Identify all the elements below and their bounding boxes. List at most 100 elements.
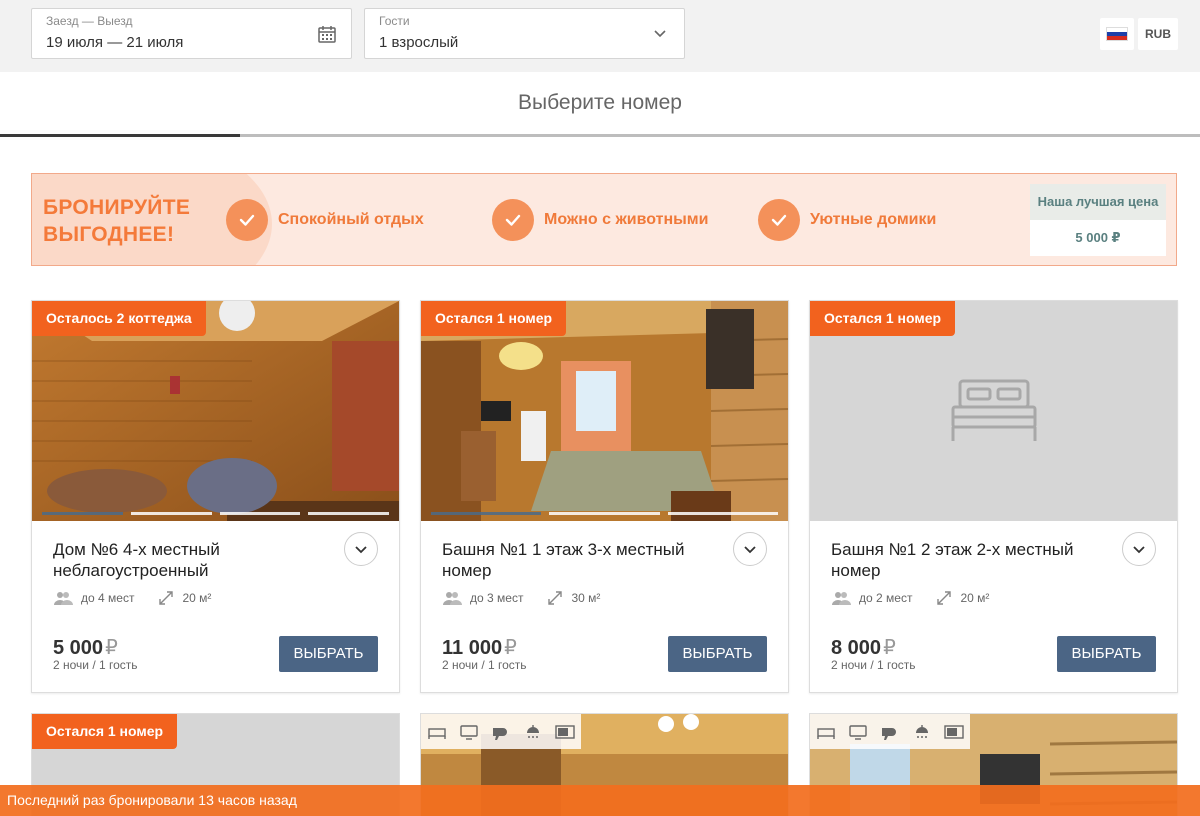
area-label: 20 м² xyxy=(182,591,212,605)
chevron-down-icon xyxy=(744,546,756,554)
carousel-dot[interactable] xyxy=(130,512,212,515)
amenities-bar xyxy=(810,714,970,749)
bed-icon xyxy=(817,727,835,739)
amenities-bar xyxy=(421,714,581,749)
microwave-icon xyxy=(944,724,964,739)
room-photo[interactable]: Остался 1 номер xyxy=(421,301,788,521)
dates-value: 19 июля — 21 июля xyxy=(46,34,184,51)
select-room-button[interactable]: ВЫБРАТЬ xyxy=(668,636,767,672)
last-booking-notice: Последний раз бронировали 13 часов назад xyxy=(0,785,1200,816)
price-amount: 8 000 xyxy=(831,637,882,659)
carousel-dot[interactable] xyxy=(549,512,660,515)
checkmark-icon xyxy=(226,199,268,241)
currency-symbol: ₽ xyxy=(883,637,896,659)
area-info: 20 м² xyxy=(936,590,989,606)
promo-feature-label: Уютные домики xyxy=(810,211,937,228)
carousel-dot[interactable] xyxy=(431,512,542,515)
microwave-icon xyxy=(555,724,575,739)
promo-feature: Спокойный отдых xyxy=(226,199,424,241)
bed-icon xyxy=(428,727,446,739)
carousel-dot[interactable] xyxy=(219,512,301,515)
promo-title: БРОНИРУЙТЕ ВЫГОДНЕЕ! xyxy=(43,194,190,248)
price-amount: 5 000 xyxy=(53,637,104,659)
room-meta: до 2 мест 20 м² xyxy=(831,589,1013,607)
promo-feature: Уютные домики xyxy=(758,199,936,241)
select-room-button[interactable]: ВЫБРАТЬ xyxy=(279,636,378,672)
carousel-dot[interactable] xyxy=(308,512,389,515)
room-meta: до 3 мест 30 м² xyxy=(442,589,624,607)
area-expand-icon xyxy=(159,591,174,605)
room-photo-placeholder: Остался 1 номер xyxy=(810,301,1177,521)
expand-details-button[interactable] xyxy=(1122,532,1156,566)
promo-feature: Можно с животными xyxy=(492,199,708,241)
expand-details-button[interactable] xyxy=(733,532,767,566)
tv-icon xyxy=(849,724,867,740)
photo-carousel-dots xyxy=(42,512,389,515)
capacity-label: до 3 мест xyxy=(470,591,524,605)
chevron-down-icon xyxy=(654,30,666,38)
shower-icon xyxy=(527,724,539,738)
carousel-dot[interactable] xyxy=(667,512,778,515)
dates-label: Заезд — Выезд xyxy=(46,14,133,28)
room-price: 5 000 ₽ xyxy=(53,635,118,660)
russian-flag-icon xyxy=(1106,27,1128,41)
calendar-icon xyxy=(318,26,336,43)
price-note: 2 ночи / 1 гость xyxy=(831,658,916,672)
room-title[interactable]: Башня №1 1 этаж 3-х местный номер xyxy=(442,539,732,581)
guests-value: 1 взрослый xyxy=(379,34,459,51)
capacity-info: до 4 мест xyxy=(53,591,134,605)
promo-feature-label: Спокойный отдых xyxy=(278,211,424,228)
guests-field[interactable]: Гости 1 взрослый xyxy=(364,8,685,59)
language-button[interactable] xyxy=(1100,18,1134,50)
hair-dryer-icon xyxy=(493,727,507,740)
area-label: 30 м² xyxy=(571,591,601,605)
carousel-dot[interactable] xyxy=(42,512,123,515)
capacity-info: до 3 мест xyxy=(442,591,523,605)
area-label: 20 м² xyxy=(960,591,990,605)
room-meta: до 4 мест 20 м² xyxy=(53,589,235,607)
tv-icon xyxy=(460,724,478,740)
best-price-label: Наша лучшая цена xyxy=(1030,184,1166,220)
availability-badge: Остался 1 номер xyxy=(810,301,956,336)
dates-field[interactable]: Заезд — Выезд 19 июля — 21 июля xyxy=(31,8,352,59)
expand-details-button[interactable] xyxy=(344,532,378,566)
photo-carousel-dots xyxy=(431,512,778,515)
guests-icon xyxy=(443,592,462,605)
page-title: Выберите номер xyxy=(518,91,682,114)
area-info: 30 м² xyxy=(547,590,600,606)
area-expand-icon xyxy=(548,591,563,605)
room-card: Осталось 2 коттеджа Дом №6 4-х местный н… xyxy=(31,300,400,693)
area-expand-icon xyxy=(937,591,952,605)
shower-icon xyxy=(916,724,928,738)
promo-banner: БРОНИРУЙТЕ ВЫГОДНЕЕ! Спокойный отдых Мож… xyxy=(31,173,1177,266)
room-price: 11 000 ₽ xyxy=(442,635,517,660)
chevron-down-icon xyxy=(1133,546,1145,554)
promo-title-line2: ВЫГОДНЕЕ! xyxy=(43,223,175,246)
availability-badge: Остался 1 номер xyxy=(421,301,567,336)
room-title[interactable]: Башня №1 2 этаж 2-х местный номер xyxy=(831,539,1121,581)
checkmark-icon xyxy=(758,199,800,241)
availability-badge: Осталось 2 коттеджа xyxy=(32,301,206,336)
promo-title-line1: БРОНИРУЙТЕ xyxy=(43,196,191,219)
room-photo[interactable]: Осталось 2 коттеджа xyxy=(32,301,399,521)
chevron-down-icon xyxy=(355,546,367,554)
currency-button[interactable]: RUB xyxy=(1138,18,1178,50)
price-note: 2 ночи / 1 гость xyxy=(53,658,138,672)
availability-badge: Остался 1 номер xyxy=(32,714,178,749)
guests-icon xyxy=(832,592,851,605)
price-note: 2 ночи / 1 гость xyxy=(442,658,527,672)
select-room-button[interactable]: ВЫБРАТЬ xyxy=(1057,636,1156,672)
best-price-value: 5 000 ₽ xyxy=(1075,230,1121,245)
price-amount: 11 000 xyxy=(442,637,503,659)
capacity-label: до 2 мест xyxy=(859,591,913,605)
room-card: Остался 1 номер Башня №1 2 этаж 2-х мест… xyxy=(809,300,1178,693)
room-price: 8 000 ₽ xyxy=(831,635,896,660)
currency-symbol: ₽ xyxy=(504,637,517,659)
search-bar: Заезд — Выезд 19 июля — 21 июля Гости 1 … xyxy=(0,0,1200,72)
guests-icon xyxy=(54,592,73,605)
room-card: Остался 1 номер Башня №1 1 этаж 3-х мест… xyxy=(420,300,789,693)
currency-symbol: ₽ xyxy=(105,637,118,659)
guests-label: Гости xyxy=(379,14,410,28)
room-title[interactable]: Дом №6 4-х местный неблагоустроенный xyxy=(53,539,343,581)
step-progress-bar xyxy=(0,134,1200,137)
